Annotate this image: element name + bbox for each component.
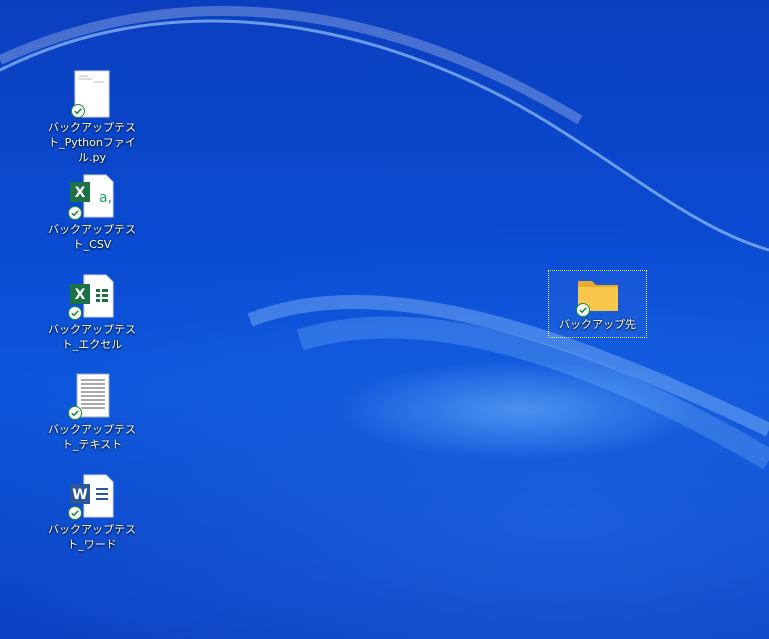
svg-text:a,: a, (99, 190, 112, 206)
green-check-icon (68, 406, 82, 420)
desktop-icon-label: バックアップテスト_テキスト (48, 423, 136, 451)
desktop-icon-word-file[interactable]: W バックアップテスト_ワード (44, 472, 140, 552)
folder-icon (574, 275, 622, 323)
desktop-icon-label: バックアップテスト_ワード (48, 523, 136, 551)
desktop-icon-label: バックアップテスト_CSV (48, 223, 136, 251)
green-check-icon (68, 206, 82, 220)
desktop-icon-folder[interactable]: バックアップ先 (548, 270, 647, 338)
desktop-icon-csv-file[interactable]: a, X バックアップテスト_CSV (44, 172, 140, 252)
excel-file-icon: X (68, 272, 116, 320)
desktop-icon-label: バックアップテスト_Pythonファイル.py (48, 121, 136, 164)
green-check-icon (68, 506, 82, 520)
green-check-icon (575, 303, 590, 317)
csv-file-icon: a, X (68, 172, 116, 220)
green-check-icon (68, 306, 82, 320)
svg-text:X: X (75, 287, 86, 303)
desktop-icon-text-file[interactable]: バックアップテスト_テキスト (44, 372, 140, 452)
desktop-icon-excel-file[interactable]: X バックアップテスト_エクセル (44, 272, 140, 352)
desktop-icon-label: バックアップテスト_エクセル (48, 323, 136, 351)
text-file-icon (68, 372, 116, 420)
svg-text:X: X (75, 185, 86, 201)
desktop-icon-python-file[interactable]: バックアップテスト_Pythonファイル.py (44, 70, 140, 165)
svg-text:W: W (72, 487, 87, 503)
word-file-icon: W (68, 472, 116, 520)
green-check-icon (71, 104, 85, 118)
python-file-icon (68, 70, 116, 118)
